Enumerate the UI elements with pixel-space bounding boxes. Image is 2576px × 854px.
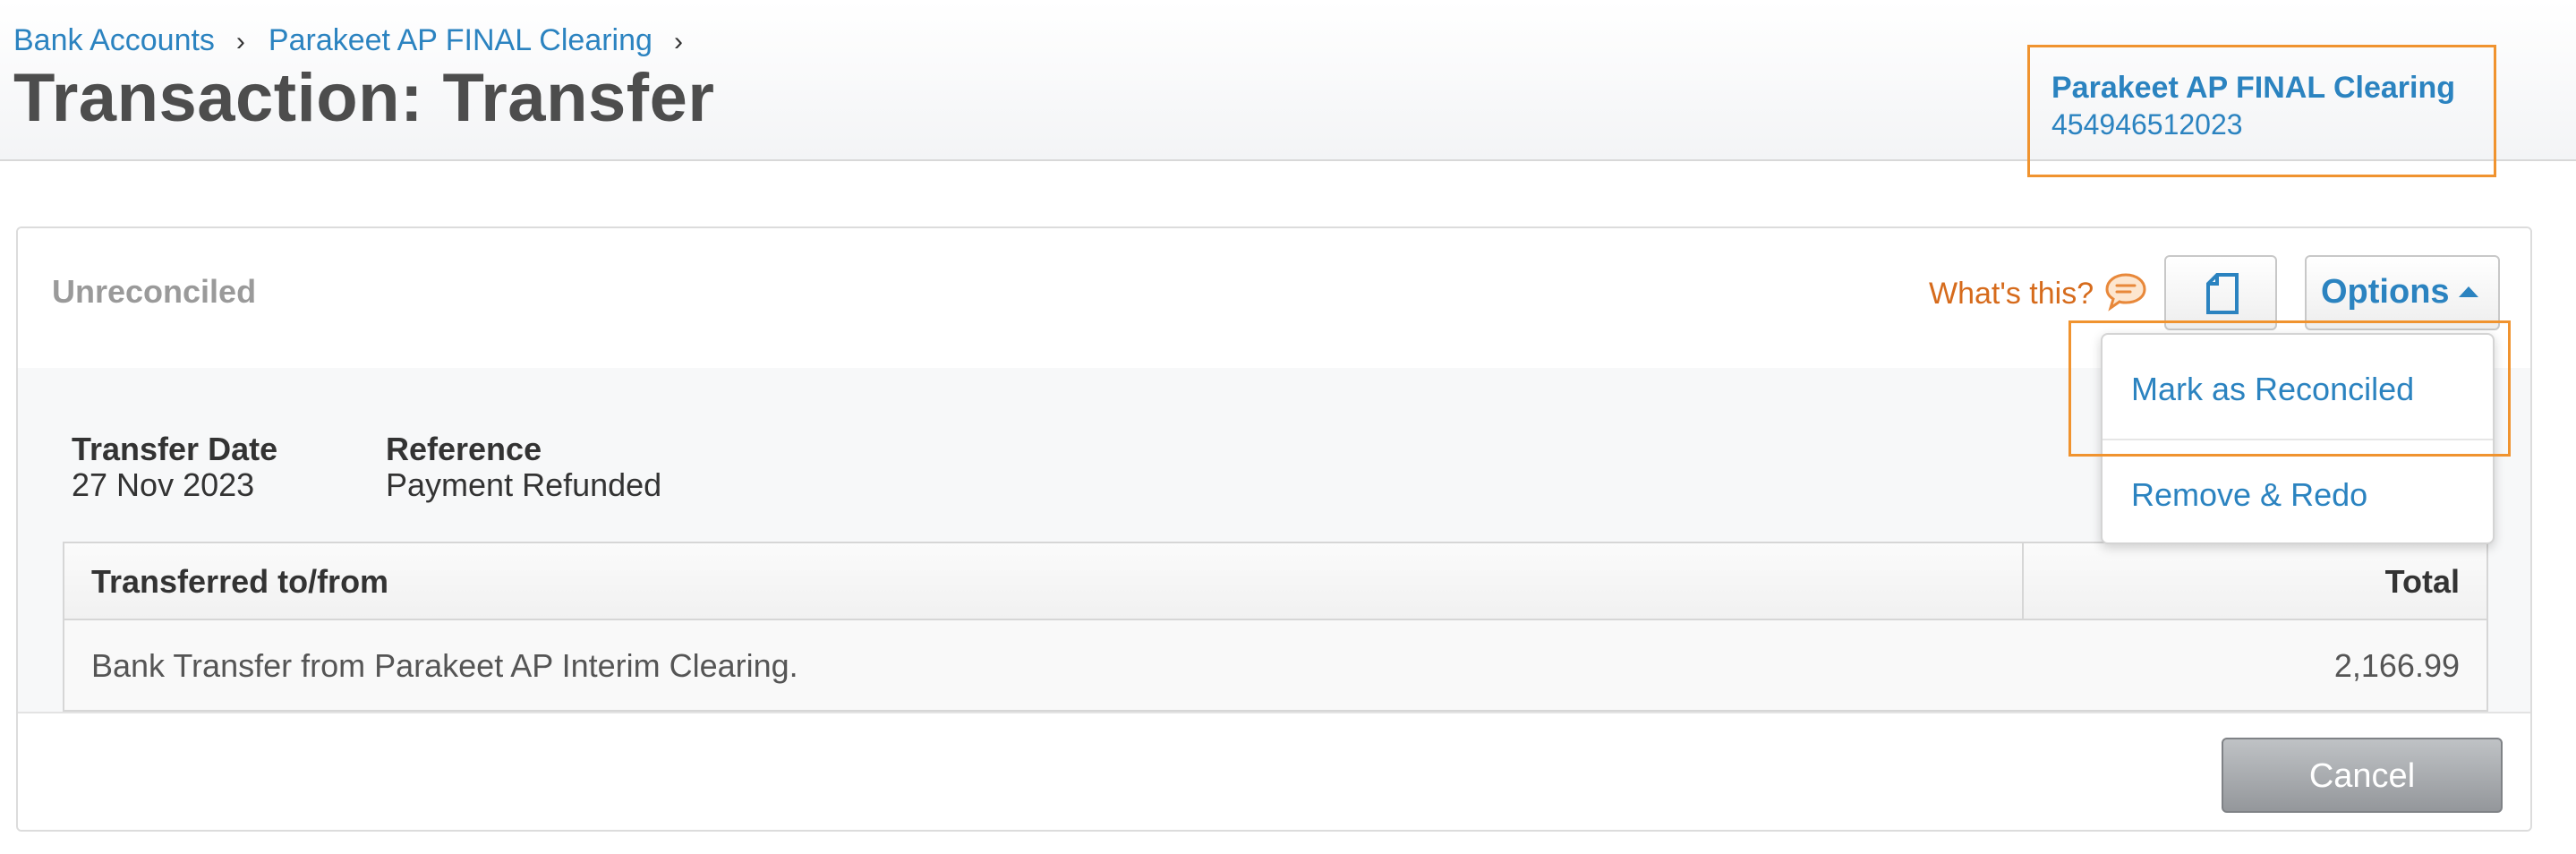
- status-label: Unreconciled: [52, 273, 257, 310]
- row-description: Bank Transfer from Parakeet AP Interim C…: [91, 647, 798, 684]
- speech-bubble-icon[interactable]: [2103, 271, 2148, 312]
- document-icon: [2206, 273, 2239, 314]
- account-name[interactable]: Parakeet AP FINAL Clearing: [2051, 71, 2455, 106]
- options-dropdown: Mark as Reconciled Remove & Redo: [2101, 333, 2495, 544]
- breadcrumb: Bank Accounts › Parakeet AP FINAL Clearing…: [13, 23, 706, 58]
- breadcrumb-bank-accounts[interactable]: Bank Accounts: [13, 23, 215, 57]
- options-label: Options: [2321, 273, 2450, 311]
- panel-footer: Cancel: [18, 712, 2530, 830]
- transfer-date-value: 27 Nov 2023: [72, 466, 255, 503]
- transfer-date-label: Transfer Date: [72, 431, 278, 467]
- reference-label: Reference: [386, 431, 542, 467]
- transfer-table: Transferred to/from Total Bank Transfer …: [63, 542, 2488, 712]
- table-header: Transferred to/from Total: [64, 543, 2486, 620]
- whats-this-link[interactable]: What's this?: [1929, 277, 2094, 312]
- document-button[interactable]: [2164, 255, 2277, 330]
- menu-divider: [2103, 439, 2493, 440]
- caret-up-icon: [2459, 286, 2478, 297]
- column-header-transferred: Transferred to/from: [91, 563, 389, 600]
- options-button[interactable]: Options: [2305, 255, 2500, 330]
- cancel-button[interactable]: Cancel: [2222, 738, 2503, 813]
- account-summary: Parakeet AP FINAL Clearing 454946512023: [2027, 45, 2496, 177]
- breadcrumb-account[interactable]: Parakeet AP FINAL Clearing: [269, 23, 653, 57]
- table-row: Bank Transfer from Parakeet AP Interim C…: [64, 620, 2486, 710]
- reference-value: Payment Refunded: [386, 466, 662, 503]
- menu-item-mark-reconciled[interactable]: Mark as Reconciled: [2131, 371, 2414, 408]
- breadcrumb-separator: ›: [235, 27, 245, 56]
- column-divider: [2022, 543, 2024, 619]
- column-header-total: Total: [2384, 563, 2460, 600]
- menu-item-remove-redo[interactable]: Remove & Redo: [2131, 476, 2367, 514]
- row-total: 2,166.99: [2333, 647, 2460, 684]
- page-title: Transaction: Transfer: [13, 60, 715, 136]
- account-number: 454946512023: [2051, 108, 2243, 141]
- breadcrumb-separator: ›: [673, 27, 683, 56]
